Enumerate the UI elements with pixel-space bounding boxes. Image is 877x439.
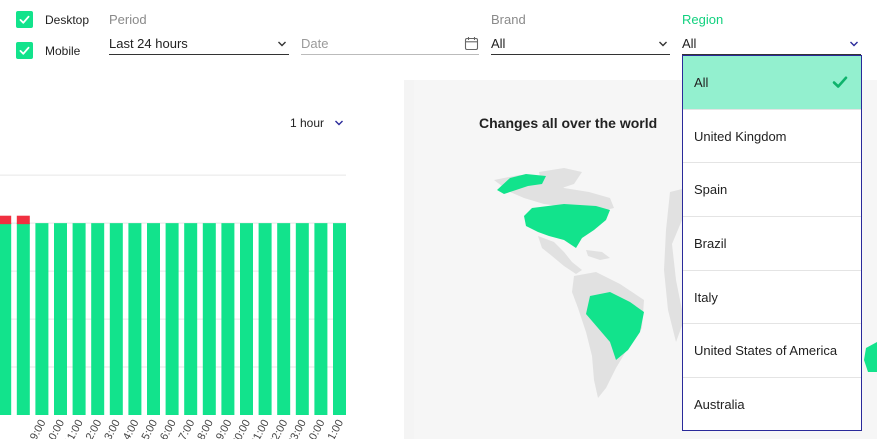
date-label: [301, 12, 479, 28]
check-icon: [16, 42, 33, 59]
brand-field: Brand All: [491, 12, 670, 55]
chart-bar[interactable]: [16, 223, 30, 415]
region-option-label: All: [694, 74, 709, 90]
chevron-down-icon: [278, 41, 286, 46]
chart-tick-label: 13:00: [99, 418, 123, 439]
chart-bar-error-segment[interactable]: [16, 215, 30, 225]
region-option-label: United Kingdom: [694, 128, 787, 144]
chart-tick-label: 15:00: [137, 418, 161, 439]
brand-value: All: [491, 36, 506, 51]
date-input[interactable]: Date: [301, 33, 479, 55]
region-option-label: United States of America: [694, 343, 838, 359]
mobile-checkbox[interactable]: Mobile: [16, 42, 80, 59]
chart-bar[interactable]: [258, 223, 272, 415]
chart-tick-label: 19:00: [211, 418, 235, 439]
chart-tick-label: 10:00: [44, 418, 68, 439]
chart-tick-label: 0:00: [307, 418, 328, 439]
period-value: Last 24 hours: [109, 36, 188, 51]
chevron-down-icon: [659, 41, 667, 46]
chart-bar[interactable]: [202, 223, 216, 415]
chart-bar[interactable]: [277, 223, 291, 415]
chart-bar[interactable]: [184, 223, 198, 415]
chart-bar[interactable]: [54, 223, 67, 415]
changes-chart-panel: 9:00 10:00 11:00 12:00 13:00 14:00 15:00 16:00 1…: [0, 80, 404, 439]
chart-tick-label: 9:00: [28, 418, 49, 439]
desktop-checkbox-label: Desktop: [45, 12, 90, 27]
check-icon: [832, 76, 848, 89]
chart-bar[interactable]: [109, 223, 123, 415]
chart-tick-label: 20:00: [230, 418, 254, 439]
period-label: Period: [109, 12, 147, 27]
region-option-label: Australia: [694, 397, 745, 413]
chart-bar[interactable]: [240, 223, 253, 415]
chart-bar[interactable]: [314, 223, 328, 415]
chart-tick-label: 14:00: [118, 418, 142, 439]
chart-bar-error-segment[interactable]: [0, 215, 12, 225]
map-land-caribbean: [586, 250, 610, 260]
interval-value: 1 hour: [290, 116, 325, 130]
region-option-all[interactable]: All: [683, 56, 861, 110]
region-option-united-kingdom[interactable]: United Kingdom: [683, 110, 861, 164]
period-select[interactable]: Last 24 hours: [109, 33, 289, 55]
brand-label: Brand: [491, 12, 526, 27]
chart-tick-label: 22:00: [267, 418, 291, 439]
map-region-usa[interactable]: [524, 204, 610, 248]
panel-divider: [404, 80, 414, 439]
map-region-australia[interactable]: [864, 342, 877, 372]
chart-bar[interactable]: [165, 223, 179, 415]
region-select[interactable]: All: [682, 33, 861, 55]
region-value: All: [682, 36, 697, 51]
chart-bar[interactable]: [91, 223, 105, 415]
date-placeholder: Date: [301, 36, 329, 51]
region-dropdown: All United Kingdom Spain Brazil Italy Un…: [682, 55, 862, 431]
region-option-italy[interactable]: Italy: [683, 271, 861, 325]
chart-tick-label: 12:00: [81, 418, 105, 439]
check-icon: [16, 11, 33, 28]
chart-tick-label: 17:00: [174, 418, 198, 439]
calendar-icon[interactable]: [464, 36, 479, 51]
chart-tick-label: 1:00: [325, 418, 346, 439]
chart-bar[interactable]: [128, 223, 142, 415]
chart-bar[interactable]: [147, 223, 160, 415]
chart-tick-label: 16:00: [155, 418, 179, 439]
chart-bar[interactable]: [0, 223, 12, 415]
date-field: Date: [301, 12, 479, 55]
region-label: Region: [682, 12, 724, 27]
region-option-australia[interactable]: Australia: [683, 378, 861, 432]
chart-tick-label: 23:00: [285, 418, 309, 439]
chart-tick-label: 21:00: [248, 418, 272, 439]
interval-select[interactable]: 1 hour: [290, 116, 344, 130]
chart-bar[interactable]: [295, 223, 309, 415]
mobile-checkbox-label: Mobile: [45, 43, 81, 58]
region-option-label: Brazil: [694, 235, 727, 251]
chart-bar[interactable]: [333, 223, 346, 415]
chevron-down-icon: [850, 41, 858, 46]
region-option-spain[interactable]: Spain: [683, 163, 861, 218]
period-field: Period Last 24 hours: [109, 12, 289, 55]
chart-tick-label: 18:00: [192, 418, 216, 439]
chart-bar[interactable]: [72, 223, 86, 415]
region-option-label: Italy: [694, 289, 718, 305]
chart-bar[interactable]: [35, 223, 49, 415]
brand-select[interactable]: All: [491, 33, 670, 55]
chart-bar[interactable]: [221, 223, 235, 415]
chevron-down-icon: [335, 120, 344, 126]
desktop-checkbox[interactable]: Desktop: [16, 11, 89, 28]
map-title: Changes all over the world: [479, 115, 658, 131]
chart-tick-label: 11:00: [63, 418, 86, 439]
region-field: Region All: [682, 12, 861, 55]
region-option-brazil[interactable]: Brazil: [683, 217, 861, 271]
bar-chart: 9:0010:0011:0012:0013:0014:0015:0016:001…: [0, 174, 346, 439]
region-option-label: Spain: [694, 182, 728, 198]
region-option-united-states[interactable]: United States of America: [683, 324, 861, 379]
